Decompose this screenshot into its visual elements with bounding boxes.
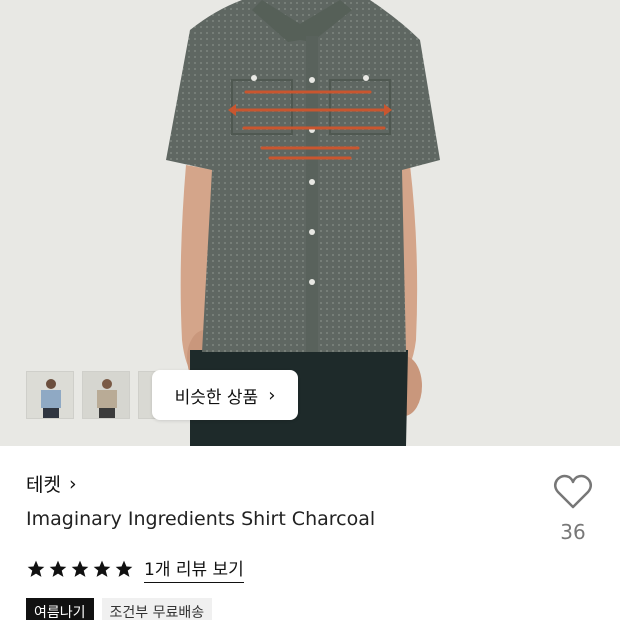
brand-name: 테켓 — [26, 474, 61, 496]
similar-products-button[interactable]: 비슷한 상품 › — [152, 370, 298, 420]
view-reviews-link[interactable]: 1개 리뷰 보기 — [144, 555, 244, 583]
star-icon — [115, 560, 133, 577]
brand-link[interactable]: 테켓 › — [26, 470, 77, 497]
heart-icon — [554, 474, 592, 509]
thumbnail-2[interactable] — [82, 371, 130, 419]
like-count: 36 — [560, 520, 586, 544]
badge-conditional-free-shipping: 조건부 무료배송 — [101, 598, 213, 620]
star-icon — [71, 560, 89, 577]
product-main-image[interactable]: 비슷한 상품 › — [0, 0, 620, 446]
badge-summer: 여름나기 — [26, 598, 94, 620]
star-icon — [49, 560, 67, 577]
similar-products-label: 비슷한 상품 — [174, 387, 259, 408]
product-title: Imaginary Ingredients Shirt Charcoal — [26, 508, 376, 530]
like-button[interactable]: 36 — [552, 474, 594, 544]
rating-row: 1개 리뷰 보기 — [26, 555, 244, 583]
star-icon — [93, 560, 111, 577]
star-icon — [27, 560, 45, 577]
thumbnail-1[interactable] — [26, 371, 74, 419]
chevron-right-icon: › — [268, 384, 276, 406]
star-rating — [26, 559, 134, 579]
chevron-right-icon: › — [68, 472, 77, 495]
badge-list: 여름나기 조건부 무료배송 — [26, 598, 213, 620]
